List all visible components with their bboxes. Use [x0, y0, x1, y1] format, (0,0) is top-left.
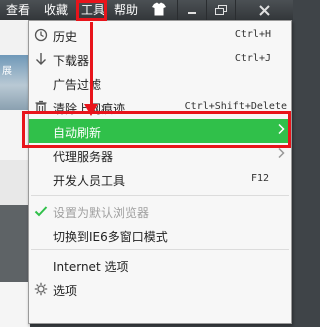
menu-favorites[interactable]: 收藏	[44, 2, 68, 18]
menu-divider	[31, 195, 289, 196]
menu-item-history[interactable]: 历史 Ctrl+H	[29, 23, 291, 47]
shortcut-text: F12	[250, 173, 269, 184]
menu-item-label: 广告过滤	[53, 78, 102, 92]
menu-help[interactable]: 帮助	[114, 2, 138, 18]
browser-content-background: 展	[0, 20, 30, 327]
menu-item-label: 设置为默认浏览器	[53, 206, 150, 220]
filter-icon	[33, 75, 49, 91]
menu-item-switch-ie6-mode[interactable]: 切换到IE6多窗口模式	[29, 223, 291, 247]
shortcut-text: Ctrl+J	[234, 53, 271, 64]
download-icon	[33, 51, 49, 67]
menu-item-label: 历史	[53, 30, 78, 44]
menu-item-internet-options[interactable]: Internet 选项	[29, 253, 291, 277]
menu-divider	[31, 249, 289, 250]
close-icon[interactable]	[235, 0, 293, 20]
minimize-icon[interactable]	[177, 0, 206, 20]
menu-item-ad-filter[interactable]: 广告过滤	[29, 71, 291, 95]
bg-text: 展	[2, 66, 12, 77]
bg-block	[0, 282, 30, 327]
annotation-arrow	[90, 22, 93, 112]
clock-icon	[33, 27, 49, 43]
menu-item-options[interactable]: 选项	[29, 277, 291, 301]
menu-item-label: 下载器	[53, 54, 90, 68]
gear-icon	[33, 281, 49, 297]
menu-item-label: Internet 选项	[53, 260, 129, 274]
submenu-arrow-icon	[277, 147, 285, 162]
menu-item-label: 切换到IE6多窗口模式	[53, 230, 168, 244]
menu-item-label: 选项	[53, 284, 78, 298]
menu-item-label: 代理服务器	[53, 150, 114, 164]
shortcut-text: Ctrl+H	[234, 29, 271, 40]
menu-item-developer-tools[interactable]: 开发人员工具 F12	[29, 167, 291, 191]
menu-item-label: 开发人员工具	[53, 174, 126, 188]
bg-block	[0, 20, 30, 55]
annotation-highlight-tools	[76, 0, 107, 21]
menu-item-downloader[interactable]: 下载器 Ctrl+J	[29, 47, 291, 71]
shirt-icon[interactable]	[151, 1, 167, 17]
menu-item-set-default-browser: 设置为默认浏览器	[29, 199, 291, 223]
restore-icon[interactable]	[206, 0, 235, 20]
menu-view[interactable]: 查看	[6, 2, 30, 18]
checkmark-icon	[33, 203, 49, 219]
annotation-highlight-auto-refresh	[22, 111, 291, 148]
menubar: 查看 收藏 工具 帮助	[0, 0, 293, 20]
bg-block	[0, 160, 30, 205]
tools-dropdown-menu: 历史 Ctrl+H 下载器 Ctrl+J 广告过滤 清除上网痕迹 Ctrl+Sh…	[28, 20, 292, 324]
